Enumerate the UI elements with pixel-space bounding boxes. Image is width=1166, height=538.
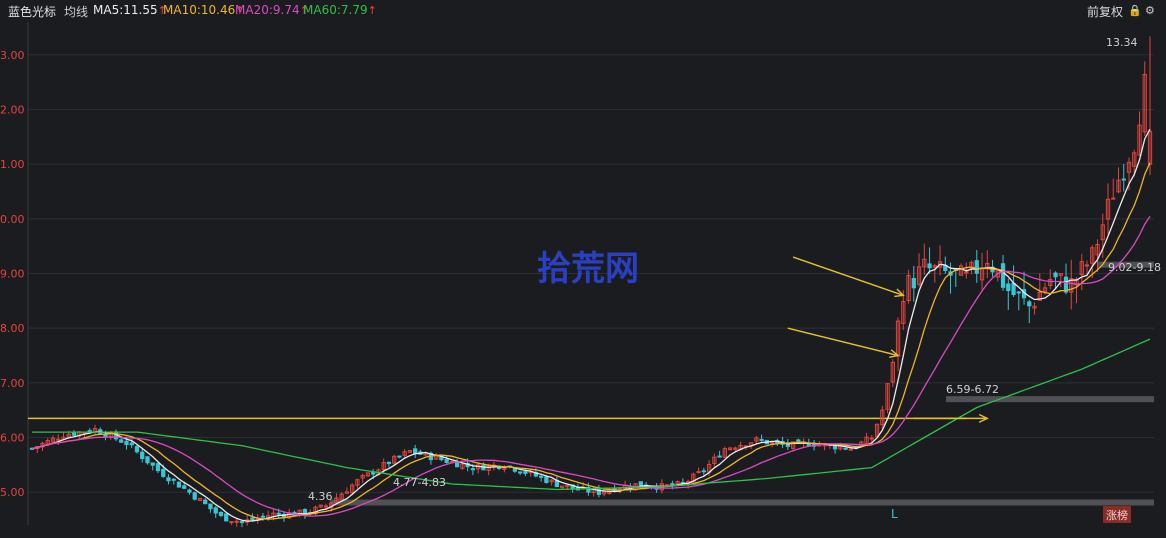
candle-body bbox=[56, 438, 61, 441]
candle-body bbox=[843, 447, 848, 450]
y-tick-label: 1.00 bbox=[0, 158, 25, 171]
candle-body bbox=[1053, 272, 1058, 278]
candle-body bbox=[150, 462, 155, 466]
candle-body bbox=[911, 278, 916, 289]
candle-body bbox=[1084, 264, 1090, 267]
candle-body bbox=[539, 475, 544, 478]
candle-body bbox=[213, 507, 218, 514]
candle-body bbox=[155, 463, 161, 472]
y-tick-label: 8.00 bbox=[0, 322, 25, 335]
candle-body bbox=[1027, 301, 1032, 307]
candle-body bbox=[187, 489, 192, 493]
annotation-arrow bbox=[787, 327, 899, 357]
candle-body bbox=[250, 517, 255, 521]
candle-body bbox=[1016, 291, 1021, 294]
rank-badge[interactable]: 涨榜 bbox=[1106, 508, 1128, 522]
candle-body bbox=[523, 471, 528, 474]
candle-body bbox=[927, 263, 932, 269]
candle-body bbox=[229, 521, 234, 524]
candle-body bbox=[439, 456, 444, 461]
candle-body bbox=[134, 446, 140, 453]
candle-body bbox=[696, 471, 701, 474]
high-price-label: 13.34 bbox=[1106, 36, 1138, 49]
candle-body bbox=[192, 492, 197, 500]
zone-label: 9.02-9.18 bbox=[1108, 261, 1161, 274]
y-tick-label: 7.00 bbox=[0, 377, 25, 390]
moving-average-lines bbox=[31, 128, 1151, 522]
candle-body bbox=[145, 456, 150, 464]
candle-body bbox=[759, 438, 764, 441]
zone-label: 6.59-6.72 bbox=[946, 383, 999, 396]
candle-body bbox=[234, 520, 239, 523]
candle-body bbox=[224, 513, 229, 522]
price-zone-band bbox=[946, 396, 1154, 403]
candle-body bbox=[323, 505, 329, 508]
y-tick-label: 2.00 bbox=[0, 103, 25, 116]
candle-body bbox=[208, 503, 213, 510]
candle-body bbox=[470, 468, 476, 471]
candle-body bbox=[386, 461, 392, 465]
candle-body bbox=[1006, 283, 1011, 291]
watermark-text: 拾荒网 bbox=[537, 249, 639, 289]
candle-body bbox=[171, 478, 176, 481]
candle-body bbox=[1011, 282, 1016, 296]
low-price-label: 4.36 bbox=[308, 490, 333, 503]
candle-body bbox=[848, 448, 853, 451]
candle-body bbox=[796, 439, 801, 442]
candle-body bbox=[182, 485, 187, 489]
candle-body bbox=[176, 481, 182, 488]
candle-body bbox=[701, 470, 706, 473]
ma5-line bbox=[31, 128, 1151, 522]
candle-body bbox=[518, 471, 523, 474]
candle-body bbox=[544, 476, 549, 483]
price-chart[interactable]: 3.00 2.00 1.00 0.00 9.00 8.00 7.00 6.00 5.00 拾荒网… bbox=[0, 0, 1166, 538]
candle-body bbox=[166, 477, 171, 482]
candle-body bbox=[129, 442, 134, 446]
candle-body bbox=[161, 468, 166, 477]
y-tick-label: 9.00 bbox=[0, 268, 25, 281]
y-tick-label: 5.00 bbox=[0, 486, 25, 499]
candle-body bbox=[119, 439, 124, 443]
candle-body bbox=[71, 431, 77, 436]
ma10-line bbox=[31, 162, 1151, 520]
price-zone-band bbox=[330, 499, 1154, 506]
candle-body bbox=[444, 459, 449, 463]
candle-body bbox=[670, 483, 675, 486]
y-tick-label: 3.00 bbox=[0, 49, 25, 62]
candle-body bbox=[276, 512, 281, 515]
y-tick-label: 6.00 bbox=[0, 432, 25, 445]
ma60-line bbox=[32, 338, 1151, 491]
candle-body bbox=[1000, 263, 1006, 288]
bottom-marker: L bbox=[891, 507, 898, 521]
candle-body bbox=[1121, 178, 1126, 181]
y-axis-labels: 3.00 2.00 1.00 0.00 9.00 8.00 7.00 6.00 5.00 bbox=[0, 49, 25, 499]
candle-body bbox=[638, 481, 643, 486]
candle-body bbox=[239, 521, 245, 524]
candle-body bbox=[124, 440, 129, 445]
candle-body bbox=[717, 455, 722, 458]
price-zones bbox=[330, 261, 1154, 506]
annotation-arrow bbox=[792, 256, 904, 297]
zone-label: 4.77-4.83 bbox=[393, 476, 446, 489]
y-tick-label: 0.00 bbox=[0, 213, 25, 226]
candle-body bbox=[974, 260, 979, 274]
candle-body bbox=[203, 499, 208, 505]
candle-body bbox=[140, 451, 145, 460]
candle-body bbox=[218, 511, 224, 516]
candle-body bbox=[397, 455, 402, 458]
candle-body bbox=[413, 448, 418, 454]
candle-body bbox=[869, 437, 874, 440]
candle-body bbox=[260, 515, 266, 518]
